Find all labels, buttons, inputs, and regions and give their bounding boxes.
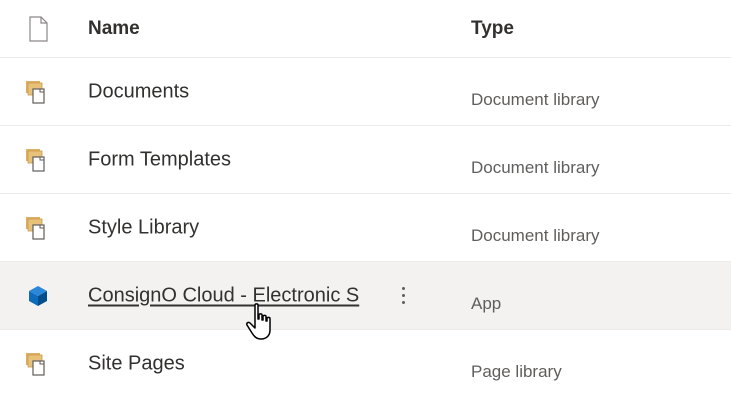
app-cube-icon: [24, 282, 52, 310]
document-list: Name Type Documents Document library For…: [0, 0, 731, 398]
document-library-icon: [24, 146, 52, 174]
list-item-documents[interactable]: Documents Document library: [0, 58, 731, 126]
item-name[interactable]: Site Pages: [88, 353, 185, 376]
item-type: App: [471, 294, 502, 313]
name-column-header[interactable]: Name: [88, 18, 140, 40]
document-library-icon: [24, 78, 52, 106]
list-item-form-templates[interactable]: Form Templates Document library: [0, 126, 731, 194]
document-library-icon: [24, 350, 52, 378]
type-column-header[interactable]: Type: [471, 18, 514, 40]
item-type: Document library: [471, 90, 600, 109]
item-type: Document library: [471, 158, 600, 177]
item-name-link[interactable]: ConsignO Cloud - Electronic S: [88, 284, 381, 307]
list-item-site-pages[interactable]: Site Pages Page library: [0, 330, 731, 398]
item-type: Document library: [471, 226, 600, 245]
hand-pointer-cursor-icon: [246, 303, 271, 340]
item-type: Page library: [471, 362, 562, 381]
list-item-consigno-cloud[interactable]: ConsignO Cloud - Electronic S App: [0, 262, 731, 330]
item-name[interactable]: Documents: [88, 80, 189, 103]
list-header: Name Type: [0, 0, 731, 58]
document-icon: [29, 15, 48, 42]
more-actions-icon[interactable]: [395, 282, 411, 310]
file-type-header-icon[interactable]: [24, 15, 52, 43]
list-item-style-library[interactable]: Style Library Document library: [0, 194, 731, 262]
item-name[interactable]: Form Templates: [88, 148, 231, 171]
item-name[interactable]: Style Library: [88, 216, 199, 239]
document-library-icon: [24, 214, 52, 242]
